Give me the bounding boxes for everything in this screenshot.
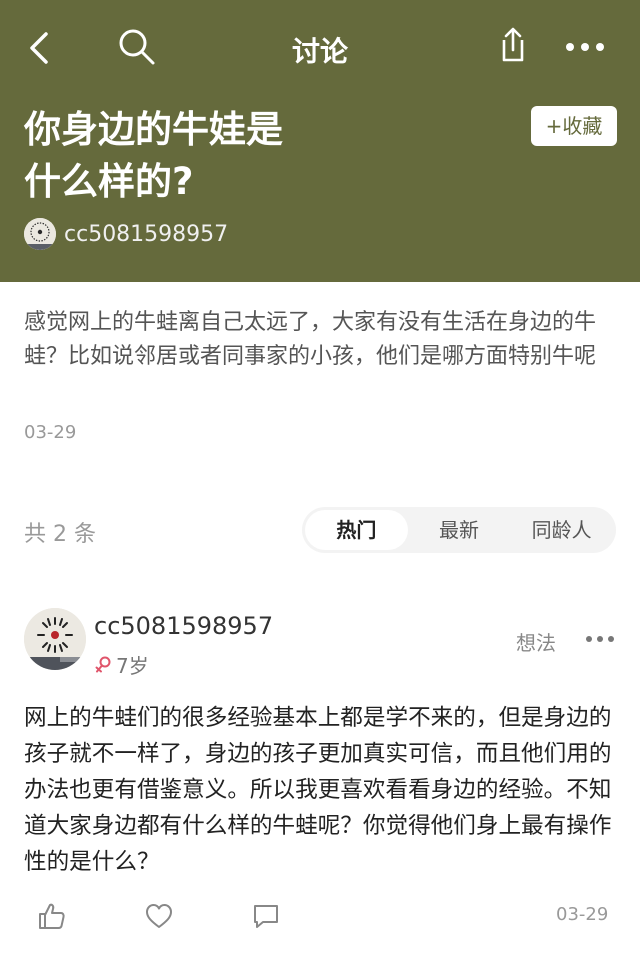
avatar[interactable] xyxy=(24,218,56,250)
child-info: 7岁 xyxy=(94,650,149,679)
sort-tabs: 热门 最新 同龄人 xyxy=(302,507,616,553)
post-title: 你身边的牛娃是 什么样的? xyxy=(24,104,424,208)
child-age: 7岁 xyxy=(116,654,149,678)
post-title-line-1: 你身边的牛娃是 xyxy=(24,108,283,151)
tab-same-age[interactable]: 同龄人 xyxy=(510,510,613,550)
comment-date: 03-29 xyxy=(556,904,609,925)
author-name[interactable]: cc5081598957 xyxy=(64,222,228,247)
more-icon[interactable] xyxy=(564,36,606,58)
post-body: 感觉网上的牛蛙离自己太远了，大家有没有生活在身边的牛蛙？比如说邻居或者同事家的小… xyxy=(24,310,597,369)
female-icon xyxy=(95,656,111,672)
avatar[interactable] xyxy=(24,608,86,670)
post-date: 03-29 xyxy=(24,422,77,443)
post-author[interactable]: cc5081598957 xyxy=(24,216,228,252)
collect-button[interactable]: +收藏 xyxy=(531,106,617,146)
tab-latest[interactable]: 最新 xyxy=(408,510,511,550)
comment-icon[interactable] xyxy=(251,902,281,930)
more-icon[interactable] xyxy=(585,632,615,646)
tab-hot[interactable]: 热门 xyxy=(305,510,408,550)
page-title: 讨论 xyxy=(291,35,348,68)
comment-text: 网上的牛蛙们的很多经验基本上都是学不来的，但是身边的孩子就不一样了，身边的孩子更… xyxy=(24,705,612,875)
comment-author-name[interactable]: cc5081598957 xyxy=(94,612,273,640)
post-title-line-2: 什么样的? xyxy=(24,160,194,203)
comment-type-tag: 想法 xyxy=(516,631,556,655)
thumbs-up-icon[interactable] xyxy=(36,902,66,930)
share-icon[interactable] xyxy=(492,26,530,64)
clock-avatar-image xyxy=(24,218,56,250)
clock-avatar-image xyxy=(24,608,86,670)
header: 讨论 你身边的牛娃是 什么样的? +收藏 cc5081598957 xyxy=(0,0,640,282)
comment-count: 共 2 条 xyxy=(24,522,96,547)
heart-icon[interactable] xyxy=(144,902,174,930)
